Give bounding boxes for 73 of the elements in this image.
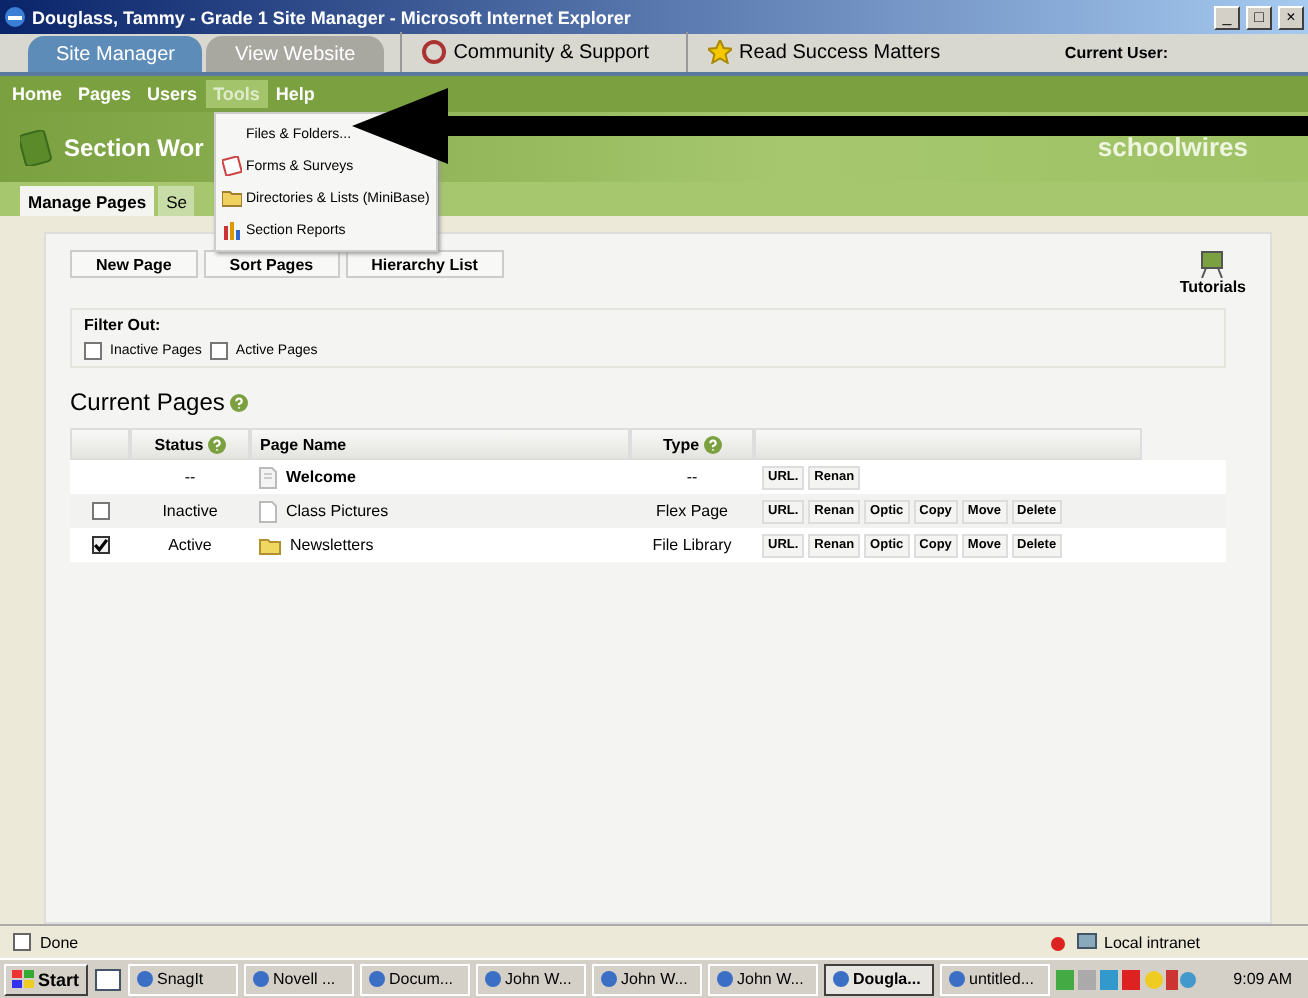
taskbar-button[interactable]: John W... [591, 963, 702, 995]
toolbar-button[interactable]: New Page [70, 250, 198, 278]
type-cell: Flex Page [655, 502, 729, 520]
book-icon [20, 129, 52, 165]
app-icon [483, 970, 502, 988]
taskbar-button[interactable]: untitled... [939, 963, 1050, 995]
window-title: Douglass, Tammy - Grade 1 Site Manager - Microsoft Internet Explorer [32, 7, 633, 27]
taskbar-button[interactable]: John W... [707, 963, 818, 995]
status-cell: Active [168, 536, 212, 554]
help-icon[interactable] [703, 435, 722, 453]
page-done-icon [12, 932, 32, 952]
status-text: Done [40, 933, 81, 951]
toolbar-button[interactable]: Hierarchy List [345, 250, 504, 278]
browser-icon [4, 6, 26, 28]
start-button[interactable]: Start [4, 963, 88, 995]
section-tab[interactable]: Se [158, 186, 195, 216]
current-user-label: Current User: [1064, 44, 1168, 62]
app-icon [715, 970, 734, 988]
type-cell: File Library [652, 536, 732, 554]
logo: schoolwires [1097, 132, 1248, 162]
checkbox[interactable] [84, 342, 102, 360]
page-name-cell[interactable]: Newsletters [290, 536, 374, 554]
section-heading: Current Pages [70, 388, 225, 416]
app-icon [367, 970, 386, 988]
type-cell: -- [686, 468, 698, 486]
star-icon [707, 40, 732, 64]
form-icon [222, 156, 242, 176]
tray-icons[interactable] [1055, 967, 1196, 991]
network-icon [1076, 932, 1098, 952]
app-icon [831, 970, 850, 988]
top-link[interactable]: Community & Support [399, 32, 670, 72]
windows-logo-icon [12, 969, 34, 989]
taskbar-button[interactable]: SnagIt [127, 963, 238, 995]
status-cell: Inactive [162, 502, 218, 520]
column-label: Page Name [260, 435, 347, 453]
top-tab[interactable]: Site Manager [28, 36, 203, 72]
filter-title: Filter Out: [84, 316, 163, 334]
tutorials-link[interactable]: Tutorials [1179, 250, 1246, 296]
help-icon[interactable] [207, 435, 226, 453]
page-icon [258, 465, 278, 489]
checkbox[interactable] [209, 342, 228, 360]
taskbar-button[interactable]: Docum... [359, 963, 470, 995]
section-tab[interactable]: Manage Pages [20, 186, 155, 216]
help-icon[interactable] [230, 393, 249, 411]
app-icon [251, 970, 270, 988]
page-name-cell[interactable]: Welcome [286, 468, 356, 486]
easel-icon [1200, 250, 1225, 278]
app-icon [135, 970, 154, 988]
toolbar-button[interactable]: Sort Pages [203, 250, 340, 278]
window-control[interactable]: _ [1214, 5, 1240, 29]
desktop-icon[interactable] [93, 967, 122, 991]
top-link[interactable]: Read Success Matters [685, 32, 961, 72]
zone-indicator: Local intranet [1076, 932, 1296, 952]
folder-icon [222, 188, 242, 208]
app-icon [947, 970, 966, 988]
clock: 9:09 AM [1231, 970, 1294, 988]
folder-icon [258, 535, 282, 555]
taskbar-button[interactable]: Dougla... [823, 963, 934, 995]
taskbar-button[interactable]: Novell ... [243, 963, 354, 995]
lifebuoy-icon [421, 40, 446, 64]
section-title: Section Wor [64, 133, 204, 161]
page-name-cell[interactable]: Class Pictures [286, 502, 389, 520]
checkbox[interactable] [91, 536, 109, 554]
window-control[interactable]: × [1278, 5, 1304, 29]
page-icon [258, 499, 278, 523]
bar-chart-icon [222, 220, 242, 240]
checkbox[interactable] [91, 502, 109, 520]
column-label: Type [662, 435, 700, 453]
app-icon [599, 970, 618, 988]
column-label: Status [154, 435, 204, 453]
status-cell: -- [184, 468, 196, 486]
taskbar-button[interactable]: John W... [475, 963, 586, 995]
window-control[interactable]: □ [1246, 5, 1272, 29]
